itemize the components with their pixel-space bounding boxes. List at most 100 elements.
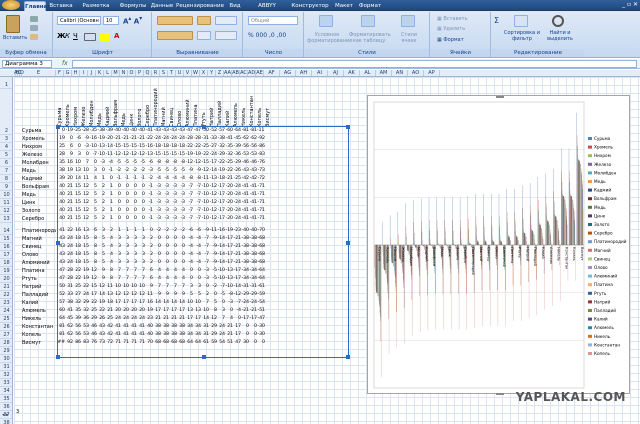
tab-7[interactable]: ABBYY FineReader 11: [246, 1, 288, 19]
row-header-3[interactable]: 3: [0, 135, 12, 143]
tab-9[interactable]: Макет: [332, 1, 356, 11]
paste-button[interactable]: Вставить: [3, 35, 27, 41]
name-box[interactable]: Диаграмма 3: [2, 60, 52, 68]
column-header-N[interactable]: N: [120, 70, 128, 76]
office-button[interactable]: [2, 0, 20, 10]
row-header-19[interactable]: 19: [0, 267, 12, 275]
row-header-15[interactable]: 15: [0, 235, 12, 243]
column-header-J[interactable]: J: [88, 70, 96, 76]
tab-2[interactable]: Разметка страницы: [76, 1, 116, 19]
find-select-button[interactable]: Найти и выделить: [542, 30, 578, 42]
cell-styles-icon[interactable]: [401, 15, 415, 27]
tab-0[interactable]: Главная: [24, 1, 51, 11]
row-header-22[interactable]: 22: [0, 291, 12, 299]
column-header-R[interactable]: R: [152, 70, 160, 76]
column-header-Z[interactable]: Z: [216, 70, 224, 76]
paste-icon[interactable]: [6, 15, 20, 33]
column-header-AE[interactable]: AE: [256, 70, 264, 76]
selection-handle[interactable]: [202, 125, 206, 129]
orientation-icon[interactable]: [197, 16, 211, 25]
font-color-icon[interactable]: A: [114, 32, 119, 40]
fx-icon[interactable]: fx: [62, 60, 68, 67]
column-header-P[interactable]: P: [136, 70, 144, 76]
number-format-select[interactable]: Общий: [248, 16, 298, 25]
tab-3[interactable]: Формулы: [118, 1, 148, 11]
indent-icon[interactable]: [197, 31, 211, 40]
row-header-24[interactable]: 24: [0, 307, 12, 315]
column-header-AN[interactable]: AN: [392, 70, 408, 76]
row-header-13[interactable]: 13: [0, 215, 12, 223]
selection-handle[interactable]: [202, 355, 206, 359]
row-header-35[interactable]: 35: [0, 395, 12, 403]
format-table-icon[interactable]: [361, 15, 375, 27]
format-table-button[interactable]: Форматировать как таблицу: [349, 32, 391, 44]
column-header-AI[interactable]: AI: [312, 70, 328, 76]
column-header-AH[interactable]: AH: [296, 70, 312, 76]
tab-6[interactable]: Вид: [226, 1, 244, 11]
conditional-format-button[interactable]: Условное форматирование: [307, 32, 352, 44]
tab-4[interactable]: Данные: [150, 1, 174, 11]
selection-handle[interactable]: [346, 241, 350, 245]
autosum-icon[interactable]: Σ: [494, 16, 499, 25]
row-header-12[interactable]: 12: [0, 207, 12, 215]
column-header-AF[interactable]: AF: [264, 70, 280, 76]
row-header-6[interactable]: 6: [0, 159, 12, 167]
cut-icon[interactable]: [30, 16, 38, 22]
format-painter-icon[interactable]: [30, 34, 38, 40]
font-size-select[interactable]: 10: [103, 16, 119, 25]
format-cells-button[interactable]: ▦ Формат: [437, 37, 464, 43]
find-icon[interactable]: [552, 15, 564, 27]
copy-icon[interactable]: [30, 25, 38, 31]
insert-cells-button[interactable]: ▦ Вставить: [437, 16, 468, 22]
row-header-33[interactable]: 33: [0, 379, 12, 387]
sheet-nav[interactable]: ◂ ▸: [2, 411, 14, 420]
row-header-34[interactable]: 34: [0, 387, 12, 395]
row-header-30[interactable]: 30: [0, 355, 12, 363]
column-header-W[interactable]: W: [192, 70, 200, 76]
tab-5[interactable]: Рецензирование: [176, 1, 224, 11]
column-header-AK[interactable]: AK: [344, 70, 360, 76]
underline-button[interactable]: Ч: [73, 32, 78, 40]
tab-1[interactable]: Вставка: [48, 1, 74, 11]
row-header-29[interactable]: 29: [0, 347, 12, 355]
formula-input[interactable]: [72, 60, 637, 68]
delete-cells-button[interactable]: ▦ Удалить: [437, 26, 465, 32]
column-header-H[interactable]: H: [72, 70, 80, 76]
borders-icon[interactable]: [84, 33, 96, 41]
align-left-icon[interactable]: [157, 31, 193, 40]
row-header-16[interactable]: 16: [0, 243, 12, 251]
column-header-M[interactable]: M: [112, 70, 120, 76]
column-header-Y[interactable]: Y: [208, 70, 216, 76]
tab-8[interactable]: Конструктор: [290, 1, 330, 11]
grow-font-button[interactable]: A▴ A▾: [123, 16, 142, 25]
currency-button[interactable]: % 000 ,0 ,00: [248, 32, 286, 39]
row-header-14[interactable]: 14: [0, 227, 12, 235]
tab-10[interactable]: Формат: [358, 1, 382, 11]
column-header-AJ[interactable]: AJ: [328, 70, 344, 76]
window-controls[interactable]: _ ▫ ✕: [622, 1, 638, 10]
column-header-AM[interactable]: AM: [376, 70, 392, 76]
chart-resize-handle-top[interactable]: [496, 96, 504, 98]
selection-handle[interactable]: [346, 125, 350, 129]
column-header-U[interactable]: U: [176, 70, 184, 76]
row-header-20[interactable]: 20: [0, 275, 12, 283]
column-header-AO[interactable]: AO: [408, 70, 424, 76]
row-header-2[interactable]: 2: [0, 127, 12, 135]
fill-color-icon[interactable]: [100, 33, 110, 41]
column-header-E[interactable]: E: [22, 70, 56, 76]
row-header-5[interactable]: 5: [0, 151, 12, 159]
selection-handle[interactable]: [346, 355, 350, 359]
row-header-1[interactable]: 1: [0, 81, 12, 89]
conditional-format-icon[interactable]: [319, 15, 333, 27]
column-header-Q[interactable]: Q: [144, 70, 152, 76]
row-header-7[interactable]: 7: [0, 167, 12, 175]
row-header-31[interactable]: 31: [0, 363, 12, 371]
column-header-O[interactable]: O: [128, 70, 136, 76]
merge-icon[interactable]: [215, 31, 237, 40]
row-header-27[interactable]: 27: [0, 331, 12, 339]
row-header-26[interactable]: 26: [0, 323, 12, 331]
row-header-18[interactable]: 18: [0, 259, 12, 267]
column-header-S[interactable]: S: [160, 70, 168, 76]
column-header-T[interactable]: T: [168, 70, 176, 76]
selection-handle[interactable]: [56, 241, 60, 245]
